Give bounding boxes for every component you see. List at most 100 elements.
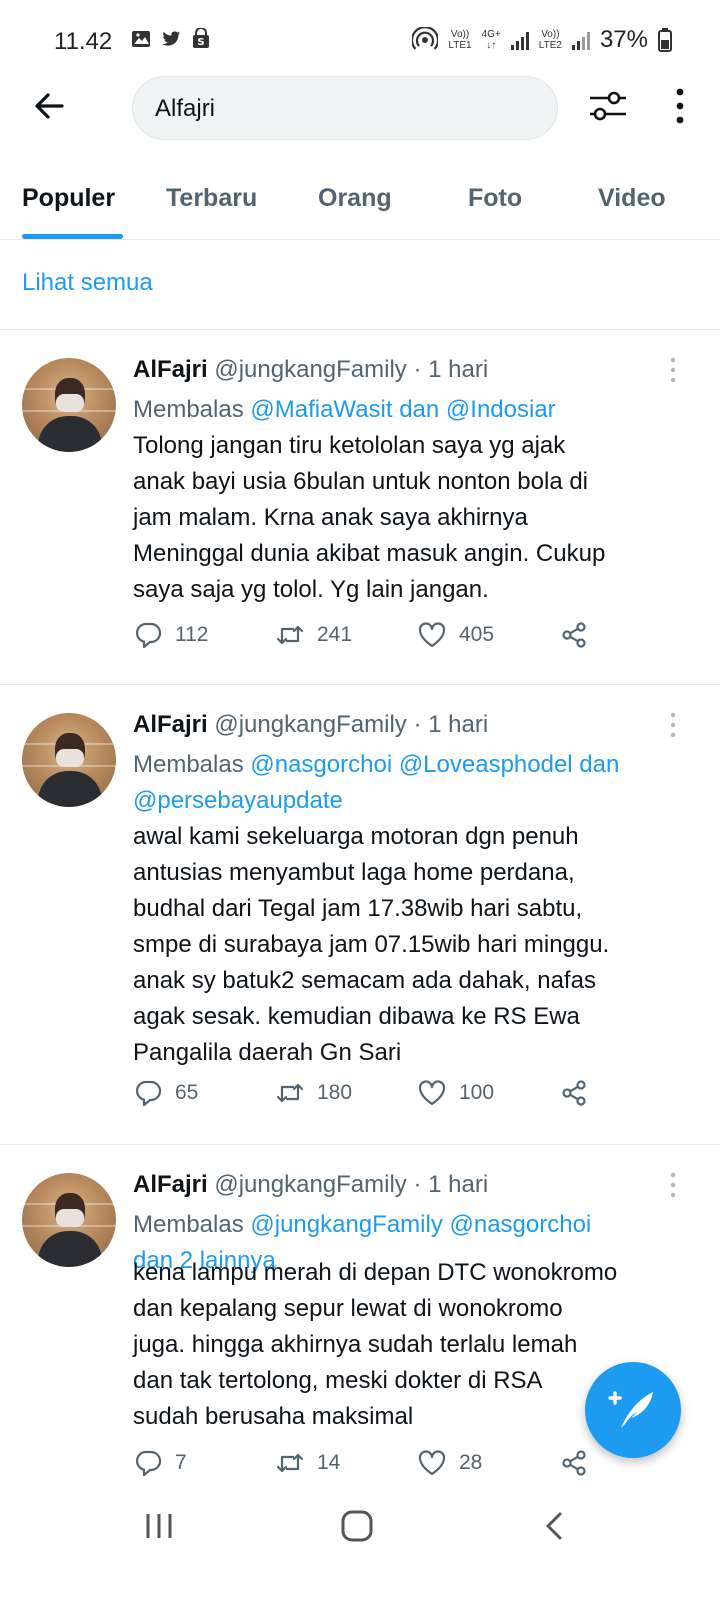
like-button[interactable]: 405 xyxy=(417,620,494,650)
tab-foto[interactable]: Foto xyxy=(468,184,522,213)
like-button[interactable]: 28 xyxy=(417,1448,482,1478)
reply-mentions[interactable]: @MafiaWasit dan @Indosiar xyxy=(250,396,555,423)
tweet-author-handle: @jungkangFamily xyxy=(214,356,407,383)
gallery-icon xyxy=(132,31,150,47)
tweet-actions: 65 180 100 xyxy=(133,1078,613,1114)
retweet-icon xyxy=(276,625,304,645)
sim2-indicator: Vo)) LTE2 xyxy=(538,29,562,51)
avatar[interactable] xyxy=(22,713,116,807)
reply-button[interactable]: 112 xyxy=(133,620,208,650)
battery-icon xyxy=(658,28,672,52)
reply-count: 7 xyxy=(175,1451,187,1474)
more-options-icon[interactable] xyxy=(668,84,692,128)
compose-tweet-button[interactable] xyxy=(585,1362,681,1458)
search-filter-icon[interactable] xyxy=(586,84,630,128)
recent-apps-icon[interactable] xyxy=(140,1508,180,1544)
share-button[interactable] xyxy=(559,620,589,650)
signal-strength-1-icon xyxy=(510,30,529,50)
retweet-button[interactable]: 14 xyxy=(275,1448,340,1478)
tweet-author-name[interactable]: AlFajri xyxy=(133,356,208,383)
retweet-count: 14 xyxy=(317,1451,341,1474)
tweet[interactable]: AlFajri @jungkangFamily · 1 hari Membala… xyxy=(0,330,720,685)
system-status-icons: Vo)) LTE1 4G+ ↓↑ Vo)) LTE2 37% xyxy=(412,26,672,54)
share-icon xyxy=(562,1450,586,1476)
tweet-author-handle: @jungkangFamily xyxy=(214,1171,407,1198)
tab-populer[interactable]: Populer xyxy=(22,184,115,213)
shopping-bag-icon: S xyxy=(193,28,209,48)
tweet-author-handle: @jungkangFamily xyxy=(214,711,407,738)
heart-icon xyxy=(418,622,446,648)
back-arrow-icon[interactable] xyxy=(28,84,72,128)
like-count: 405 xyxy=(459,623,495,646)
reply-mentions-continued[interactable]: @persebayaupdate xyxy=(133,783,693,819)
compose-feather-icon xyxy=(608,1391,653,1428)
tab-video[interactable]: Video xyxy=(598,184,666,213)
search-tabs: Populer Terbaru Orang Foto Video xyxy=(0,168,720,240)
tweet[interactable]: AlFajri @jungkangFamily · 1 hari Membala… xyxy=(0,685,720,1145)
active-tab-indicator xyxy=(22,234,123,239)
tweet-header: AlFajri @jungkangFamily · 1 hari xyxy=(133,356,488,384)
reply-mentions[interactable]: @nasgorchoi @Loveasphodel dan xyxy=(250,751,619,778)
retweet-icon xyxy=(276,1453,304,1473)
back-nav-icon[interactable] xyxy=(536,1508,576,1544)
like-count: 28 xyxy=(459,1451,483,1474)
like-button[interactable]: 100 xyxy=(417,1078,494,1108)
reply-context: Membalas @nasgorchoi @Loveasphodel dan @… xyxy=(133,747,693,819)
retweet-button[interactable]: 180 xyxy=(275,1078,352,1108)
share-button[interactable] xyxy=(559,1448,589,1478)
see-all-link[interactable]: Lihat semua xyxy=(22,269,153,297)
reply-button[interactable]: 65 xyxy=(133,1078,198,1108)
share-icon xyxy=(562,622,586,648)
battery-percent: 37% xyxy=(599,26,648,53)
reply-count: 65 xyxy=(175,1081,199,1104)
tweet-more-icon[interactable] xyxy=(666,711,680,739)
network-indicator: 4G+ ↓↑ xyxy=(481,29,501,51)
share-icon xyxy=(562,1080,586,1106)
notification-icons: S xyxy=(130,28,212,50)
retweet-button[interactable]: 241 xyxy=(275,620,352,650)
hotspot-icon xyxy=(412,27,439,50)
retweet-count: 180 xyxy=(317,1081,353,1104)
tweet-author-name[interactable]: AlFajri xyxy=(133,711,208,738)
status-time: 11.42 xyxy=(54,28,113,55)
share-button[interactable] xyxy=(559,1078,589,1108)
see-all-row: Lihat semua xyxy=(0,242,720,330)
heart-icon xyxy=(418,1080,446,1106)
tweet-actions: 7 14 28 xyxy=(133,1448,613,1484)
reply-icon xyxy=(135,1450,162,1477)
avatar[interactable] xyxy=(22,1173,116,1267)
tweet-actions: 112 241 405 xyxy=(133,620,613,656)
home-icon[interactable] xyxy=(337,1508,377,1544)
avatar[interactable] xyxy=(22,358,116,452)
reply-button[interactable]: 7 xyxy=(133,1448,187,1478)
tweet-header: AlFajri @jungkangFamily · 1 hari xyxy=(133,1171,488,1199)
tweet-time: · 1 hari xyxy=(413,1171,489,1198)
tweet-more-icon[interactable] xyxy=(666,1171,680,1199)
twitter-bird-icon xyxy=(162,31,181,46)
system-navigation-bar xyxy=(0,1490,720,1560)
reply-count: 112 xyxy=(175,623,209,646)
svg-text:S: S xyxy=(197,37,204,48)
tweet-text: awal kami sekeluarga motoran dgn penuh a… xyxy=(133,823,610,1066)
retweet-icon xyxy=(276,1083,304,1103)
reply-context: Membalas @MafiaWasit dan @Indosiar xyxy=(133,396,556,423)
tweet-time: · 1 hari xyxy=(413,356,489,383)
retweet-count: 241 xyxy=(317,623,353,646)
tweet-header: AlFajri @jungkangFamily · 1 hari xyxy=(133,711,488,739)
signal-strength-2-icon xyxy=(571,30,590,50)
tab-terbaru[interactable]: Terbaru xyxy=(166,184,257,213)
heart-icon xyxy=(418,1450,446,1476)
status-bar: 11.42 S Vo)) LTE1 4G+ ↓↑ Vo)) LTE2 37% xyxy=(0,0,720,80)
reply-icon xyxy=(135,1080,162,1107)
sim1-indicator: Vo)) LTE1 xyxy=(448,29,472,51)
tweet-time: · 1 hari xyxy=(413,711,489,738)
tweet-author-name[interactable]: AlFajri xyxy=(133,1171,208,1198)
search-input[interactable]: Alfajri xyxy=(132,76,558,140)
like-count: 100 xyxy=(459,1081,495,1104)
reply-icon xyxy=(135,622,162,649)
tab-orang[interactable]: Orang xyxy=(318,184,392,213)
search-header: Alfajri xyxy=(0,70,720,145)
tweet-more-icon[interactable] xyxy=(666,356,680,384)
reply-mentions[interactable]: @jungkangFamily @nasgorchoi xyxy=(250,1211,591,1238)
tweet-text: Tolong jangan tiru ketololan saya yg aja… xyxy=(133,432,606,603)
